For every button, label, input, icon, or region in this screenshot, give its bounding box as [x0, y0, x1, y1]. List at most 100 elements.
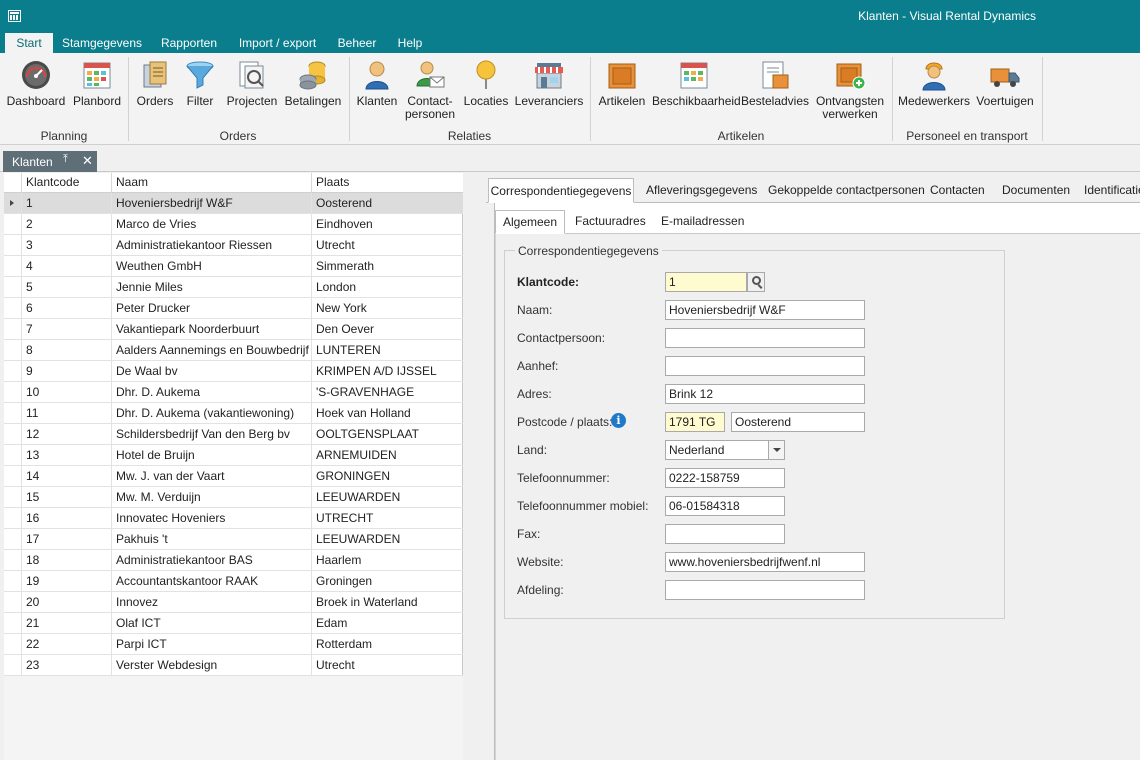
table-row[interactable]: 5 Jennie Miles London: [4, 277, 463, 298]
cell-naam[interactable]: Schildersbedrijf Van den Berg bv: [112, 424, 312, 445]
cell-klantcode[interactable]: 15: [22, 487, 112, 508]
cell-naam[interactable]: Dhr. D. Aukema: [112, 382, 312, 403]
adres-field[interactable]: Brink 12: [665, 384, 865, 404]
leveranciers-button[interactable]: Leveranciers: [514, 53, 584, 125]
cell-naam[interactable]: De Waal bv: [112, 361, 312, 382]
cell-plaats[interactable]: Groningen: [312, 571, 463, 592]
cell-naam[interactable]: Administratiekantoor BAS: [112, 550, 312, 571]
tab-identificaties[interactable]: Identificaties: [1084, 178, 1140, 203]
cell-klantcode[interactable]: 4: [22, 256, 112, 277]
cell-klantcode[interactable]: 17: [22, 529, 112, 550]
cell-plaats[interactable]: Den Oever: [312, 319, 463, 340]
menu-tab-beheer[interactable]: Beheer: [334, 33, 380, 53]
cell-naam[interactable]: Innovatec Hoveniers: [112, 508, 312, 529]
table-row[interactable]: 17 Pakhuis 't LEEUWARDEN: [4, 529, 463, 550]
filter-button[interactable]: Filter: [180, 53, 220, 125]
cell-naam[interactable]: Mw. M. Verduijn: [112, 487, 312, 508]
fax-field[interactable]: [665, 524, 785, 544]
cell-klantcode[interactable]: 11: [22, 403, 112, 424]
table-row[interactable]: 8 Aalders Aannemings en Bouwbedrijf LUNTER…: [4, 340, 463, 361]
locaties-button[interactable]: Locaties: [462, 53, 510, 125]
table-row[interactable]: 20 Innovez Broek in Waterland: [4, 592, 463, 613]
cell-klantcode[interactable]: 14: [22, 466, 112, 487]
table-row[interactable]: 19 Accountantskantoor RAAK Groningen: [4, 571, 463, 592]
column-header-naam[interactable]: Naam: [112, 173, 312, 193]
cell-plaats[interactable]: Hoek van Holland: [312, 403, 463, 424]
plaats-field[interactable]: Oosterend: [731, 412, 865, 432]
table-row[interactable]: 1 Hoveniersbedrijf W&F Oosterend: [4, 193, 463, 214]
cell-klantcode[interactable]: 23: [22, 655, 112, 676]
cell-naam[interactable]: Pakhuis 't: [112, 529, 312, 550]
website-field[interactable]: www.hoveniersbedrijfwenf.nl: [665, 552, 865, 572]
cell-klantcode[interactable]: 13: [22, 445, 112, 466]
cell-plaats[interactable]: LEEUWARDEN: [312, 487, 463, 508]
cell-plaats[interactable]: Simmerath: [312, 256, 463, 277]
table-row[interactable]: 23 Verster Webdesign Utrecht: [4, 655, 463, 676]
table-row[interactable]: 11 Dhr. D. Aukema (vakantiewoning) Hoek va…: [4, 403, 463, 424]
cell-plaats[interactable]: Utrecht: [312, 235, 463, 256]
cell-plaats[interactable]: GRONINGEN: [312, 466, 463, 487]
cell-plaats[interactable]: Broek in Waterland: [312, 592, 463, 613]
klantcode-lookup-button[interactable]: [747, 272, 765, 292]
cell-plaats[interactable]: Haarlem: [312, 550, 463, 571]
ontvangsten-verwerken-button[interactable]: Ontvangsten verwerken: [814, 53, 886, 125]
cell-naam[interactable]: Verster Webdesign: [112, 655, 312, 676]
table-row[interactable]: 3 Administratiekantoor Riessen Utrecht: [4, 235, 463, 256]
cell-naam[interactable]: Weuthen GmbH: [112, 256, 312, 277]
table-row[interactable]: 4 Weuthen GmbH Simmerath: [4, 256, 463, 277]
cell-plaats[interactable]: Eindhoven: [312, 214, 463, 235]
chevron-down-icon[interactable]: [768, 441, 784, 459]
cell-klantcode[interactable]: 2: [22, 214, 112, 235]
table-row[interactable]: 14 Mw. J. van der Vaart GRONINGEN: [4, 466, 463, 487]
table-row[interactable]: 21 Olaf ICT Edam: [4, 613, 463, 634]
pin-icon[interactable]: ⤒: [63, 153, 68, 166]
table-row[interactable]: 22 Parpi ICT Rotterdam: [4, 634, 463, 655]
cell-plaats[interactable]: ARNEMUIDEN: [312, 445, 463, 466]
table-row[interactable]: 18 Administratiekantoor BAS Haarlem: [4, 550, 463, 571]
cell-klantcode[interactable]: 6: [22, 298, 112, 319]
postcode-field[interactable]: 1791 TG: [665, 412, 725, 432]
menu-tab-start[interactable]: Start: [5, 33, 53, 53]
cell-naam[interactable]: Olaf ICT: [112, 613, 312, 634]
cell-plaats[interactable]: UTRECHT: [312, 508, 463, 529]
subtab-factuuradres[interactable]: Factuuradres: [575, 210, 646, 234]
contactpersoon-field[interactable]: [665, 328, 865, 348]
cell-naam[interactable]: Aalders Aannemings en Bouwbedrijf: [112, 340, 312, 361]
beschikbaarheid-button[interactable]: Beschikbaarheid: [652, 53, 741, 125]
planbord-button[interactable]: Planbord: [70, 53, 124, 125]
menu-tab-help[interactable]: Help: [393, 33, 427, 53]
aanhef-field[interactable]: [665, 356, 865, 376]
splitter[interactable]: [463, 173, 486, 760]
cell-plaats[interactable]: OOLTGENSPLAAT: [312, 424, 463, 445]
artikelen-button[interactable]: Artikelen: [596, 53, 648, 125]
cell-plaats[interactable]: London: [312, 277, 463, 298]
cell-plaats[interactable]: New York: [312, 298, 463, 319]
tab-documenten[interactable]: Documenten: [1002, 178, 1070, 203]
cell-klantcode[interactable]: 8: [22, 340, 112, 361]
menu-tab-stamgegevens[interactable]: Stamgegevens: [60, 33, 144, 53]
menu-tab-rapporten[interactable]: Rapporten: [156, 33, 222, 53]
subtab-algemeen[interactable]: Algemeen: [495, 210, 565, 234]
cell-klantcode[interactable]: 12: [22, 424, 112, 445]
info-icon[interactable]: i: [611, 413, 626, 428]
dashboard-button[interactable]: Dashboard: [4, 53, 68, 125]
table-row[interactable]: 2 Marco de Vries Eindhoven: [4, 214, 463, 235]
column-header-klantcode[interactable]: Klantcode: [22, 173, 112, 193]
table-row[interactable]: 15 Mw. M. Verduijn LEEUWARDEN: [4, 487, 463, 508]
cell-naam[interactable]: Accountantskantoor RAAK: [112, 571, 312, 592]
cell-plaats[interactable]: KRIMPEN A/D IJSSEL: [312, 361, 463, 382]
tab-gekoppelde-contactpersonen[interactable]: Gekoppelde contactpersonen: [768, 178, 925, 203]
cell-klantcode[interactable]: 9: [22, 361, 112, 382]
table-row[interactable]: 12 Schildersbedrijf Van den Berg bv OOLTGE…: [4, 424, 463, 445]
cell-klantcode[interactable]: 10: [22, 382, 112, 403]
table-row[interactable]: 10 Dhr. D. Aukema 'S-GRAVENHAGE: [4, 382, 463, 403]
tab-contacten[interactable]: Contacten: [930, 178, 985, 203]
cell-klantcode[interactable]: 21: [22, 613, 112, 634]
table-row[interactable]: 16 Innovatec Hoveniers UTRECHT: [4, 508, 463, 529]
document-tab-klanten[interactable]: Klanten ⤒ ✕: [3, 151, 97, 172]
tab-afleveringsgegevens[interactable]: Afleveringsgegevens: [646, 178, 757, 203]
besteladvies-button[interactable]: Besteladvies: [740, 53, 810, 125]
cell-plaats[interactable]: LEEUWARDEN: [312, 529, 463, 550]
cell-naam[interactable]: Hotel de Bruijn: [112, 445, 312, 466]
cell-naam[interactable]: Marco de Vries: [112, 214, 312, 235]
